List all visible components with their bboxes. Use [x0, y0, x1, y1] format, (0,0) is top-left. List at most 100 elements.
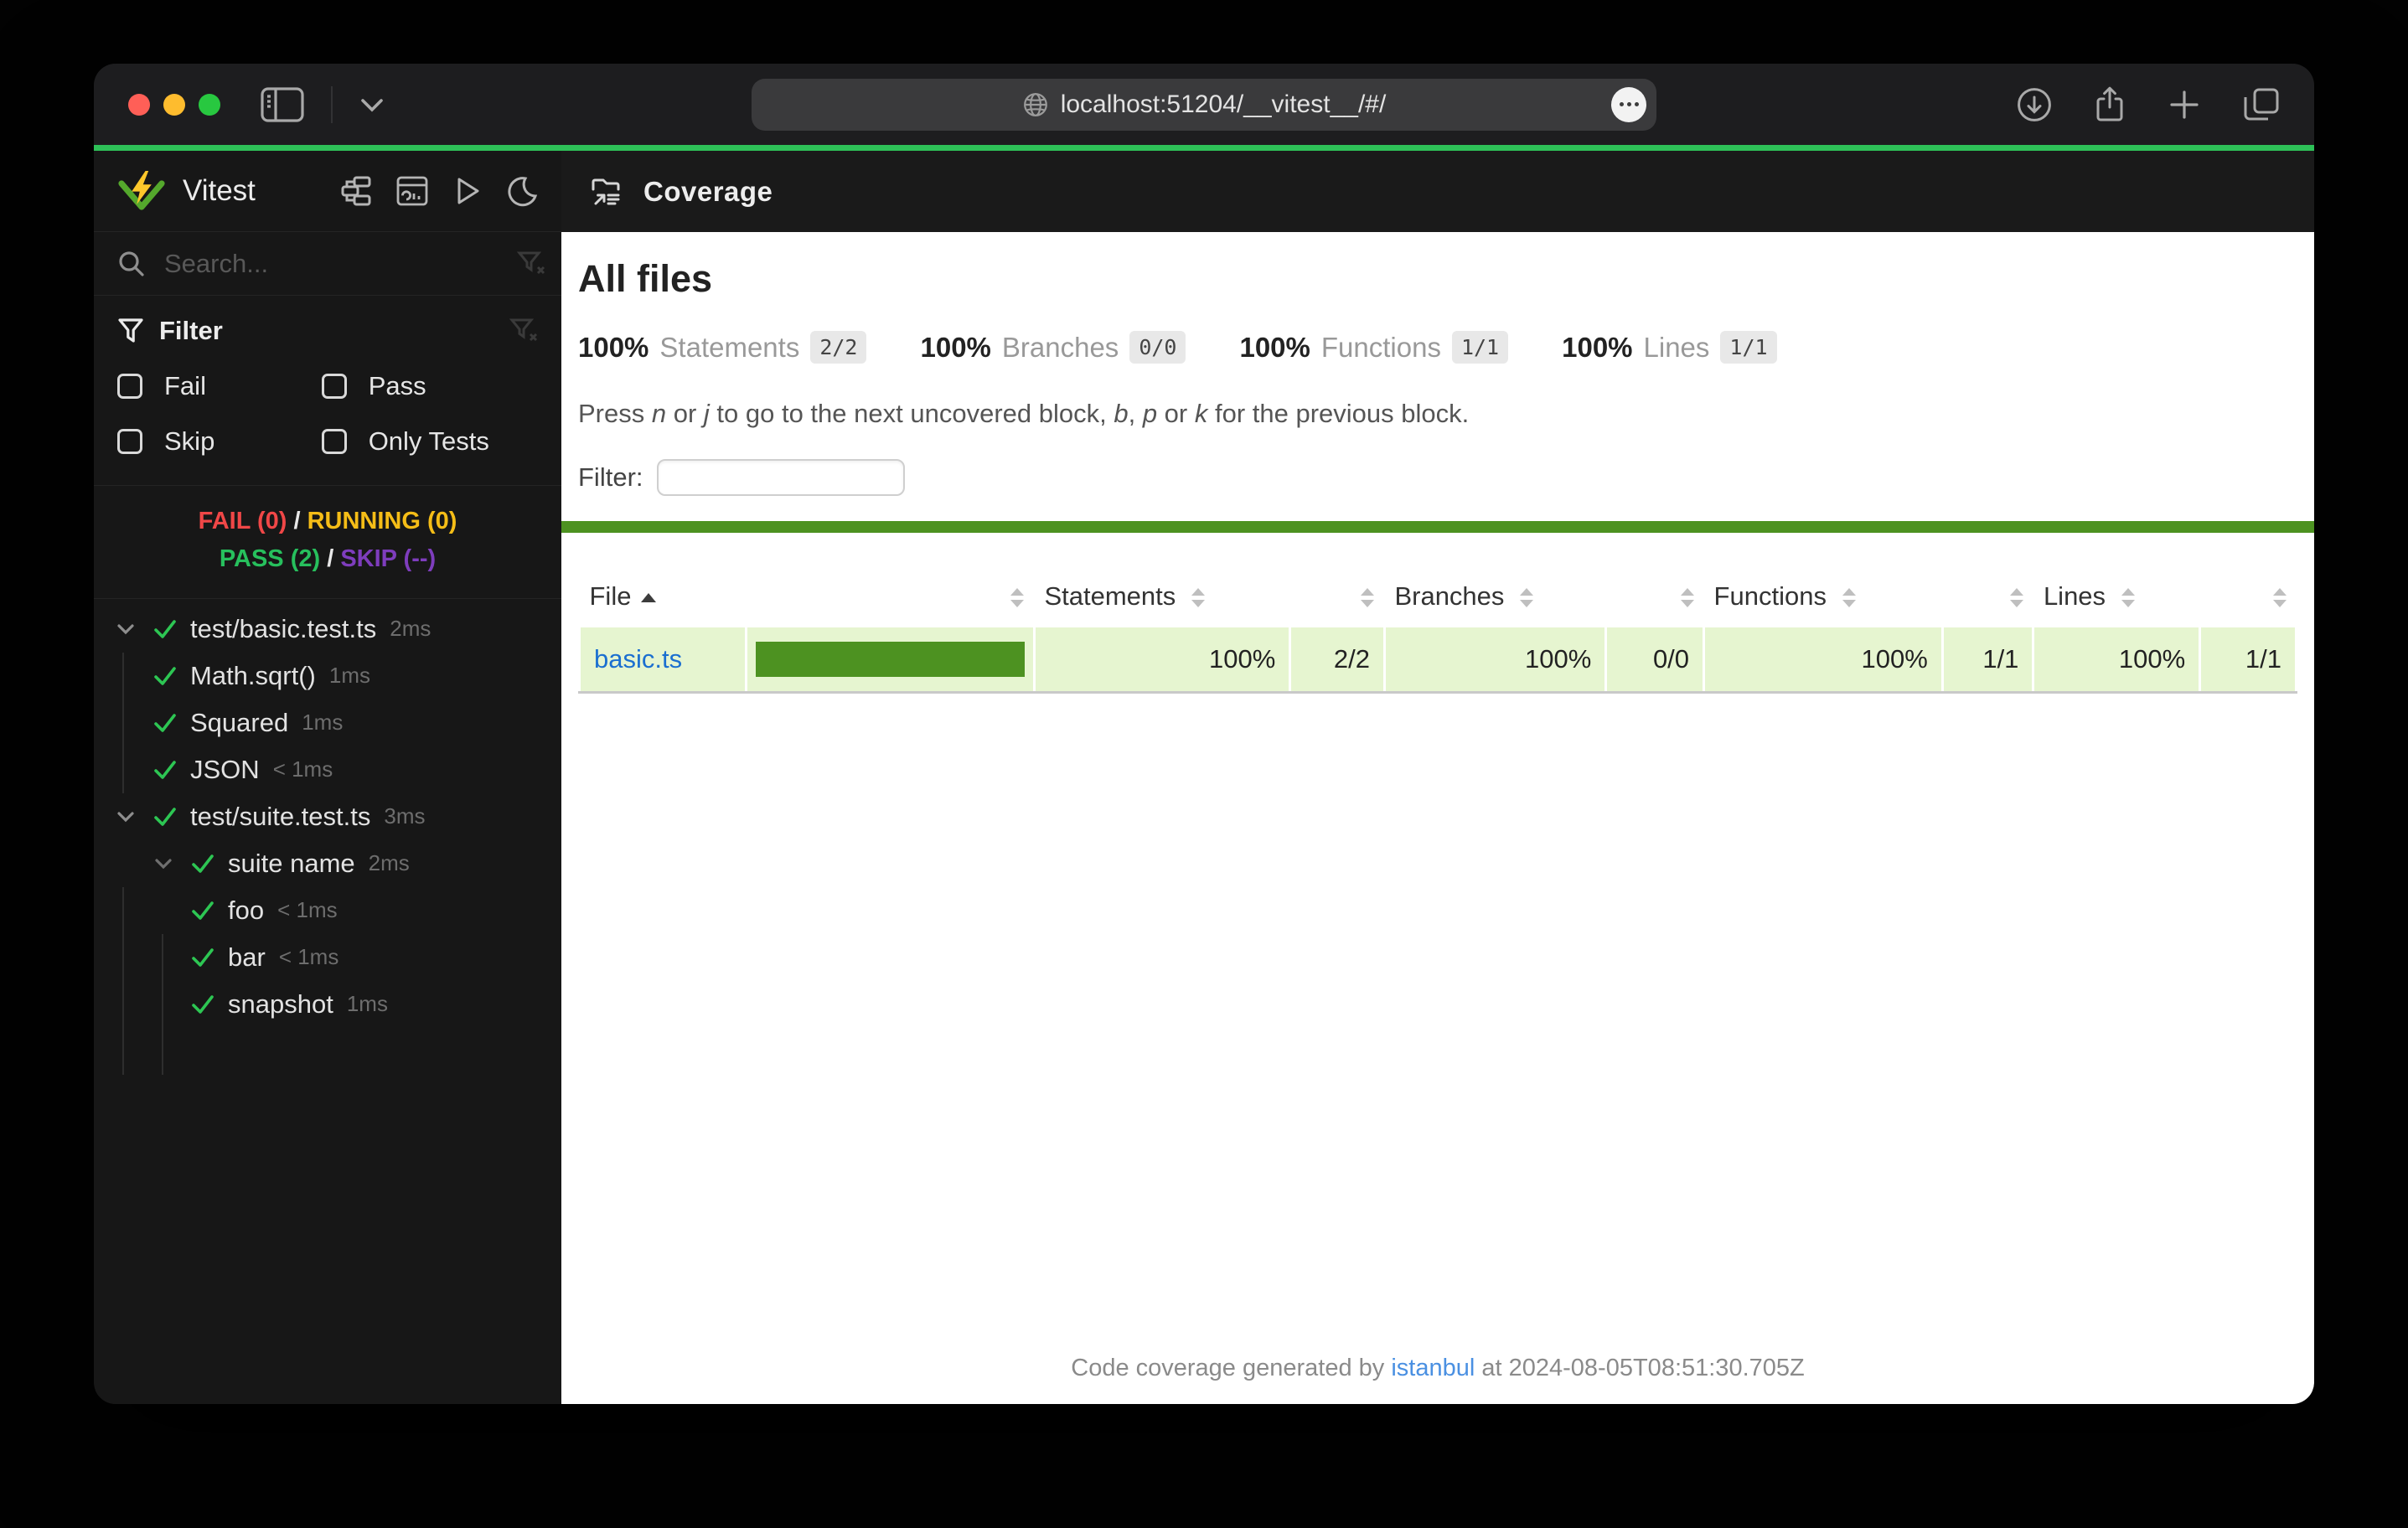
checkbox-box[interactable] — [321, 429, 347, 454]
checkbox-skip[interactable]: Skip — [117, 426, 322, 457]
toolbar-divider — [331, 85, 333, 123]
sorter-icon[interactable] — [2121, 588, 2135, 608]
minimize-window-button[interactable] — [163, 93, 185, 116]
sorter-icon[interactable] — [1680, 588, 1694, 608]
chevron-down-icon[interactable] — [115, 618, 152, 640]
tree-item-test[interactable]: foo < 1ms — [94, 887, 561, 934]
dark-mode-icon[interactable] — [506, 175, 538, 207]
browser-window: localhost:51204/__vitest__/#/ Vitest Sea… — [94, 64, 2314, 1404]
branches-pct-cell: 100% — [1382, 625, 1608, 694]
checkbox-box[interactable] — [117, 429, 142, 454]
sorter-icon[interactable] — [1842, 588, 1856, 608]
address-bar[interactable]: localhost:51204/__vitest__/#/ — [752, 78, 1656, 131]
clear-search-filter-icon[interactable] — [517, 250, 545, 278]
main-panel: Coverage All files 100% Statements 2/2 1… — [561, 151, 2314, 1404]
checkbox-label: Skip — [164, 426, 215, 456]
checkbox-label: Fail — [164, 371, 206, 400]
tree-item-test[interactable]: snapshot 1ms — [94, 981, 561, 1028]
istanbul-link[interactable]: istanbul — [1391, 1355, 1475, 1381]
pass-check-icon — [190, 851, 228, 876]
fail-count: FAIL (0) — [198, 508, 287, 534]
pass-check-icon — [152, 804, 190, 829]
sidebar-toggle-icon[interactable] — [261, 86, 304, 122]
chevron-down-icon[interactable] — [152, 853, 190, 875]
checkbox-box[interactable] — [117, 374, 142, 399]
coverage-summary: 100% Statements 2/2 100% Branches 0/0 10… — [578, 331, 2297, 364]
tree-item-test[interactable]: bar < 1ms — [94, 934, 561, 981]
pass-check-icon — [152, 710, 190, 736]
stat-statements: 100% Statements 2/2 — [578, 331, 867, 364]
column-header-branches[interactable]: Branches — [1384, 568, 1605, 627]
tree-view-icon[interactable] — [340, 175, 372, 207]
sorter-icon[interactable] — [2272, 588, 2287, 608]
running-count: RUNNING (0) — [307, 508, 457, 534]
column-header-statements[interactable]: Statements — [1034, 568, 1289, 627]
page-title: All files — [578, 257, 713, 300]
fraction-badge: 1/1 — [1720, 331, 1777, 364]
coverage-header: Coverage — [561, 151, 2314, 232]
downloads-icon[interactable] — [2016, 86, 2053, 123]
test-status-summary: FAIL (0) / RUNNING (0) PASS (2) / SKIP (… — [94, 486, 561, 599]
sorter-icon[interactable] — [1520, 588, 1534, 608]
checkbox-only-tests[interactable]: Only Tests — [321, 426, 538, 457]
page-settings-button[interactable] — [1611, 86, 1646, 122]
tab-overview-icon[interactable] — [2242, 86, 2281, 123]
file-cell[interactable]: basic.ts — [578, 625, 747, 694]
browser-toolbar: localhost:51204/__vitest__/#/ — [94, 64, 2314, 145]
tree-item-suite[interactable]: suite name 2ms — [94, 840, 561, 887]
lines-raw-cell: 1/1 — [2199, 625, 2297, 694]
coverage-footer: Code coverage generated by istanbul at 2… — [1071, 1355, 1805, 1381]
sorter-icon[interactable] — [1361, 588, 1375, 608]
file-filter-input[interactable] — [656, 459, 905, 496]
url-text: localhost:51204/__vitest__/#/ — [1060, 90, 1387, 118]
tree-item-test[interactable]: Squared 1ms — [94, 699, 561, 746]
globe-icon — [1022, 91, 1049, 118]
table-row: basic.ts 100% 2/2 100% 0/0 100% 1/1 100% — [578, 625, 2297, 694]
share-icon[interactable] — [2093, 85, 2126, 124]
zoom-window-button[interactable] — [199, 93, 220, 116]
search-input[interactable] — [163, 247, 500, 280]
sort-asc-icon — [641, 593, 657, 603]
sorter-icon[interactable] — [2009, 588, 2023, 608]
functions-pct-cell: 100% — [1703, 625, 1944, 694]
dashboard-icon[interactable] — [395, 175, 429, 207]
checkbox-pass[interactable]: Pass — [321, 371, 538, 401]
file-link[interactable]: basic.ts — [594, 644, 682, 674]
column-header-functions-raw[interactable] — [1942, 568, 2033, 627]
run-all-icon[interactable] — [452, 175, 483, 207]
column-header-lines-raw[interactable] — [2200, 568, 2297, 627]
column-header-statements-raw[interactable] — [1290, 568, 1385, 627]
stat-functions: 100% Functions 1/1 — [1239, 331, 1509, 364]
coverage-report-icon — [588, 174, 625, 209]
tree-item-test[interactable]: Math.sqrt() 1ms — [94, 653, 561, 699]
checkbox-fail[interactable]: Fail — [117, 371, 322, 401]
column-header-lines[interactable]: Lines — [2033, 568, 2200, 627]
new-tab-icon[interactable] — [2167, 87, 2202, 122]
tree-item-file[interactable]: test/suite.test.ts 3ms — [94, 793, 561, 840]
column-header-chart[interactable] — [746, 568, 1034, 627]
funnel-icon — [117, 317, 144, 345]
coverage-title: Coverage — [643, 175, 773, 207]
close-window-button[interactable] — [128, 93, 150, 116]
fraction-badge: 2/2 — [810, 331, 867, 364]
column-header-functions[interactable]: Functions — [1704, 568, 1943, 627]
file-filter-row: Filter: — [578, 459, 2297, 496]
column-header-file[interactable]: File — [580, 568, 747, 627]
pass-check-icon — [190, 945, 228, 970]
pass-check-icon — [152, 757, 190, 782]
stat-branches: 100% Branches 0/0 — [920, 331, 1186, 364]
pass-check-icon — [152, 617, 190, 642]
pass-check-icon — [190, 898, 228, 923]
clear-filters-icon[interactable] — [509, 317, 538, 345]
chevron-down-icon[interactable] — [359, 96, 385, 113]
sorter-icon[interactable] — [1010, 588, 1025, 608]
column-header-branches-raw[interactable] — [1606, 568, 1704, 627]
sorter-icon[interactable] — [1191, 588, 1205, 608]
tree-item-test[interactable]: JSON < 1ms — [94, 746, 561, 793]
stat-lines: 100% Lines 1/1 — [1562, 331, 1777, 364]
sidebar-header: Vitest — [94, 151, 561, 232]
chevron-down-icon[interactable] — [115, 806, 152, 828]
tree-item-file[interactable]: test/basic.test.ts 2ms — [94, 606, 561, 653]
checkbox-box[interactable] — [321, 374, 347, 399]
pass-check-icon — [152, 663, 190, 689]
